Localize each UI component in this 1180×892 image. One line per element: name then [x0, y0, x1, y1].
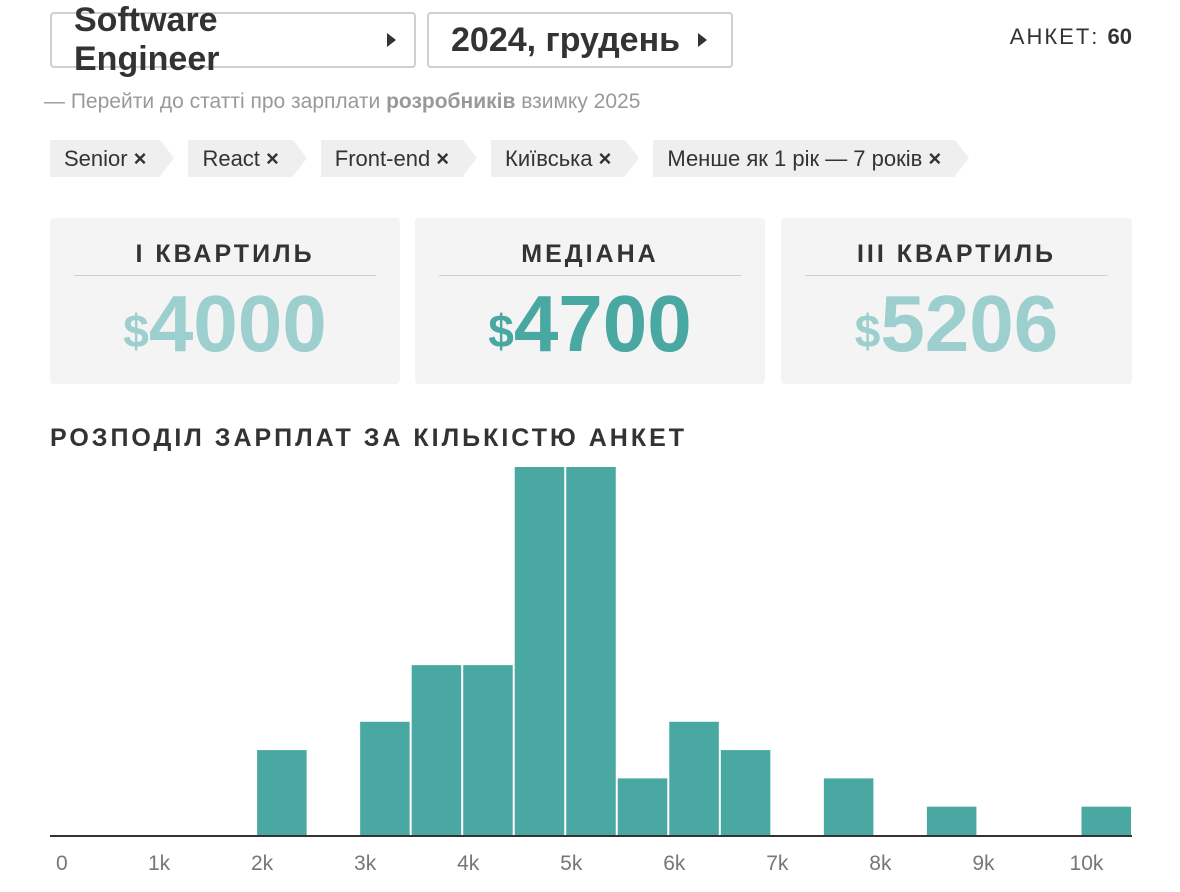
x-tick-label: 7k	[766, 852, 789, 875]
x-tick-label: 8k	[869, 852, 892, 875]
x-tick-label: 3k	[354, 852, 377, 875]
histogram-bar	[463, 665, 513, 835]
histogram-bar	[360, 721, 410, 835]
histogram-bar	[669, 721, 719, 835]
histogram-bar	[823, 778, 874, 835]
x-tick-label: 1k	[148, 852, 171, 875]
x-tick-label: 9k	[972, 852, 995, 875]
histogram-bar	[926, 806, 977, 835]
histogram-bar	[617, 778, 668, 835]
histogram-bar	[720, 750, 771, 835]
histogram-bar	[411, 665, 462, 835]
histogram-bar	[257, 750, 307, 835]
x-tick-label: 6k	[663, 852, 686, 875]
x-tick-label: 2k	[251, 852, 274, 875]
x-tick-label: 10k	[1070, 852, 1104, 875]
x-tick-label: 0	[56, 852, 68, 875]
histogram-bar	[1081, 806, 1131, 835]
x-tick-label: 4k	[457, 852, 480, 875]
histogram-bar	[566, 467, 616, 835]
salary-histogram: 0 1k 2k 3k 4k 5k 6k 7k 8k 9k 10k	[50, 467, 1132, 875]
x-tick-label: 5k	[560, 852, 583, 875]
histogram-bar	[514, 467, 565, 835]
